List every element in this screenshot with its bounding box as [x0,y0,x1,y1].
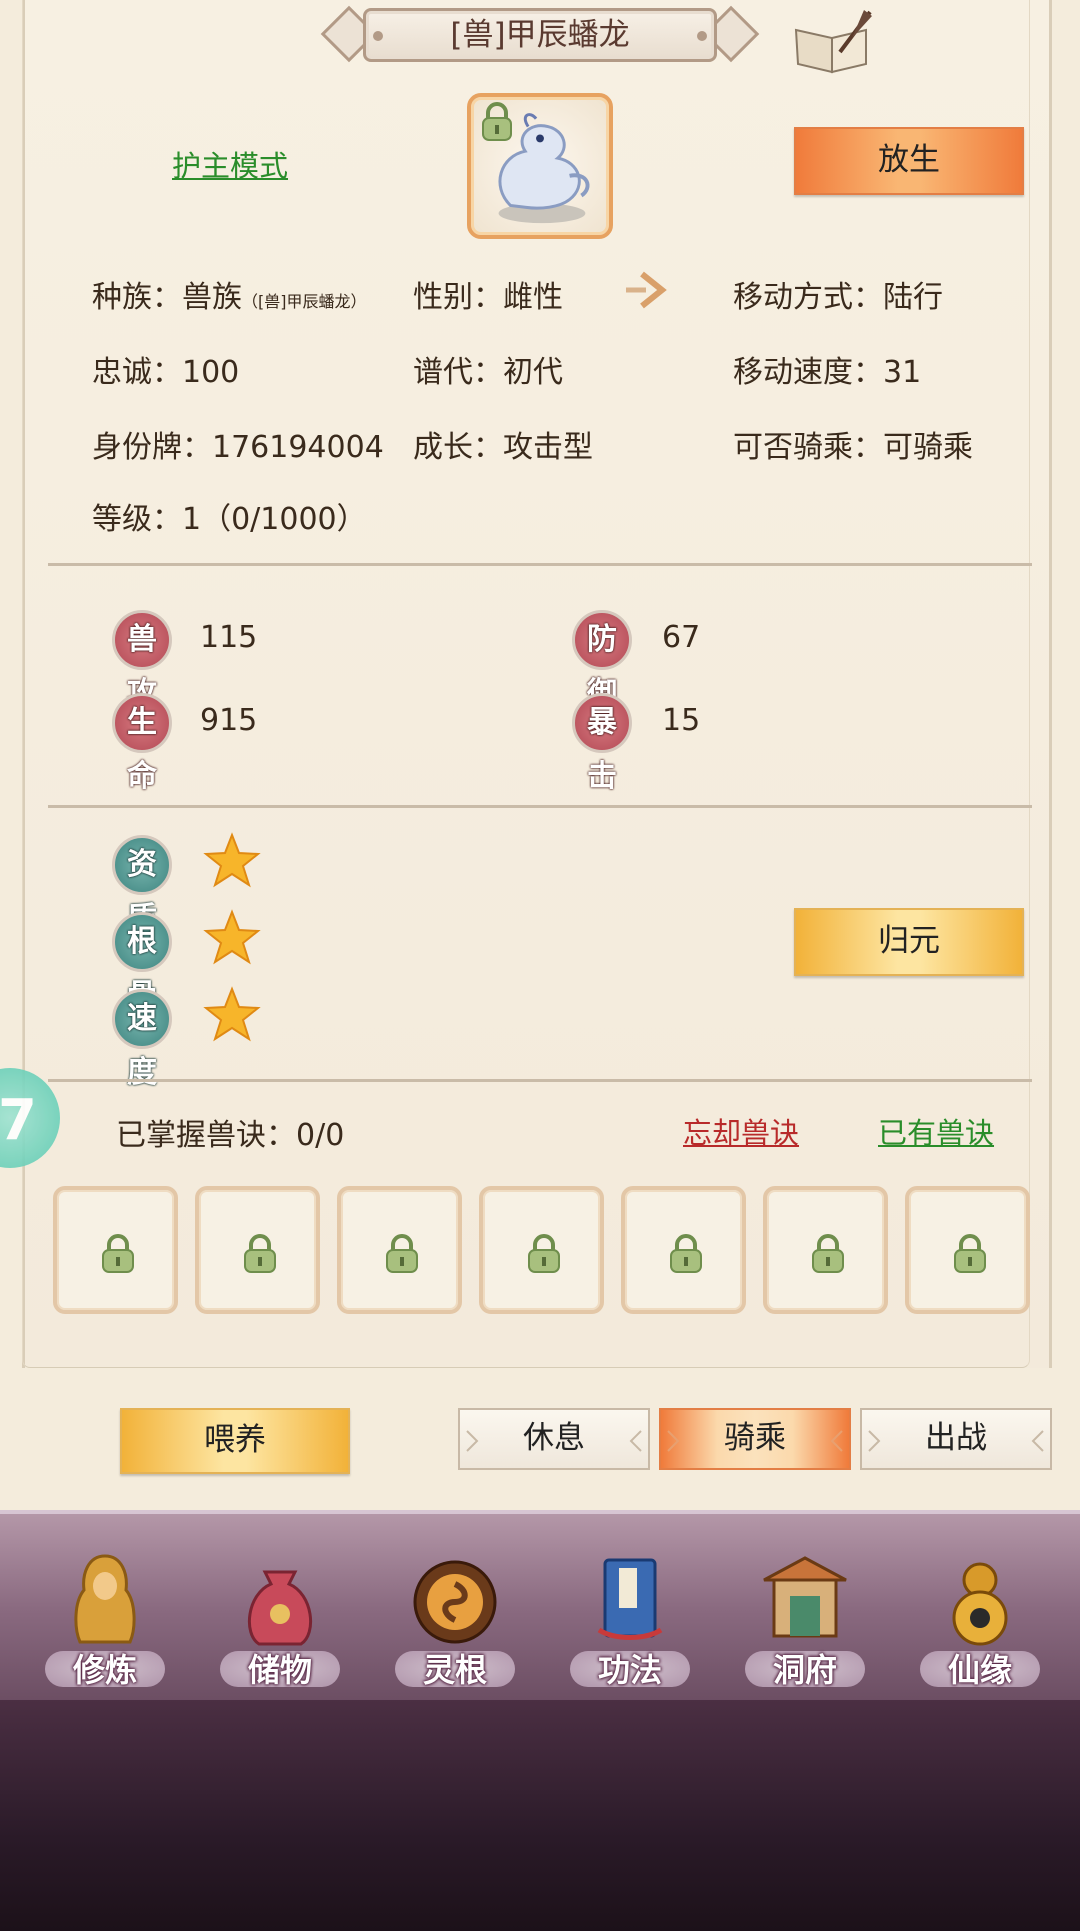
hp-value: 915 [200,703,258,738]
skills-mastered: 已掌握兽诀：0/0 [116,1118,345,1153]
star-icon [203,832,261,888]
ride-label: 骑乘 [724,1420,786,1456]
lock-icon [528,1234,560,1273]
speed-badge: 速度 [112,989,172,1090]
loyalty-info: 忠诚：100 [92,355,240,390]
move-mode-info: 移动方式：陆行 [733,280,943,315]
forget-skill-link[interactable]: 忘却兽诀 [683,1110,799,1152]
arrow-right-icon [868,1430,881,1452]
arrow-right-icon [466,1430,479,1452]
attack-value: 115 [200,620,258,655]
quality-badge: 资质 [112,835,172,936]
growth-info: 成长：攻击型 [413,430,593,465]
hp-badge: 生命 [112,693,172,794]
gourd-icon [952,1562,1008,1646]
crit-badge: 暴击 [572,693,632,794]
lock-icon [670,1234,702,1273]
skill-slot[interactable] [763,1186,888,1314]
defense-badge: 防御 [572,610,632,711]
level-info: 等级：1（0/1000） [92,502,367,537]
lock-icon [102,1234,134,1273]
guard-mode-link[interactable]: 护主模式 [172,143,288,185]
spirit-root-icon [413,1560,497,1644]
nav-item-storage[interactable]: 储物 [210,1550,350,1695]
nav-item-cave-house[interactable]: 洞府 [735,1550,875,1695]
star-icon [203,909,261,965]
monk-icon [74,1554,136,1644]
skill-slot[interactable] [621,1186,746,1314]
race-info: 种族：兽族（[兽]甲辰蟠龙） [92,280,367,315]
rest-button[interactable]: 休息 [458,1408,650,1470]
move-speed-info: 移动速度：31 [733,355,922,390]
divider [48,805,1032,808]
rest-label: 休息 [523,1420,585,1456]
skill-slot[interactable] [905,1186,1030,1314]
release-button[interactable]: 放生 [794,127,1024,195]
attack-badge: 兽攻 [112,610,172,711]
arrow-left-icon [629,1430,642,1452]
nav-label: 储物 [247,1651,312,1689]
lock-icon [386,1234,418,1273]
battle-label: 出战 [925,1420,987,1456]
pet-portrait[interactable] [467,93,613,239]
bottom-background [0,1700,1080,1931]
feed-button[interactable]: 喂养 [120,1408,350,1474]
skill-slot[interactable] [53,1186,178,1314]
id-tag-info: 身份牌：176194004 [92,430,384,465]
book-quill-icon[interactable] [792,8,874,74]
nav-item-spirit-root[interactable]: 灵根 [385,1550,525,1695]
reset-button[interactable]: 归元 [794,908,1024,976]
ride-button[interactable]: 骑乘 [659,1408,851,1470]
book-icon [597,1558,663,1640]
pet-title: [兽]甲辰蟠龙 [450,17,630,53]
lock-icon [244,1234,276,1273]
owned-skill-link[interactable]: 已有兽诀 [878,1110,994,1152]
skill-slot[interactable] [195,1186,320,1314]
nav-item-immortal-fate[interactable]: 仙缘 [910,1550,1050,1695]
bone-badge: 根骨 [112,912,172,1013]
battle-button[interactable]: 出战 [860,1408,1052,1470]
crit-value: 15 [662,703,701,738]
side-bubble-number: 7 [0,1088,37,1153]
title-plaque: [兽]甲辰蟠龙 [320,2,760,68]
lock-icon [482,102,512,141]
nav-label: 洞府 [772,1651,837,1689]
nav-item-cultivate[interactable]: 修炼 [35,1550,175,1695]
gender-toggle-icon[interactable] [620,268,668,312]
arrow-left-icon [1031,1430,1044,1452]
gender-info: 性别：雌性 [413,280,563,315]
bag-icon [247,1570,313,1646]
cave-house-icon [763,1556,847,1638]
rideable-info: 可否骑乘：可骑乘 [733,430,973,465]
nav-label: 灵根 [422,1651,487,1689]
nav-label: 仙缘 [947,1651,1012,1689]
star-icon [203,986,261,1042]
skill-slot[interactable] [337,1186,462,1314]
nav-item-techniques[interactable]: 功法 [560,1550,700,1695]
arrow-left-icon [830,1430,843,1452]
lock-icon [812,1234,844,1273]
generation-info: 谱代：初代 [413,355,563,390]
nav-label: 修炼 [72,1651,137,1689]
arrow-right-icon [667,1430,680,1452]
lock-icon [954,1234,986,1273]
skill-slot[interactable] [479,1186,604,1314]
divider [48,563,1032,566]
defense-value: 67 [662,620,701,655]
divider [48,1079,1032,1082]
nav-label: 功法 [597,1651,662,1689]
